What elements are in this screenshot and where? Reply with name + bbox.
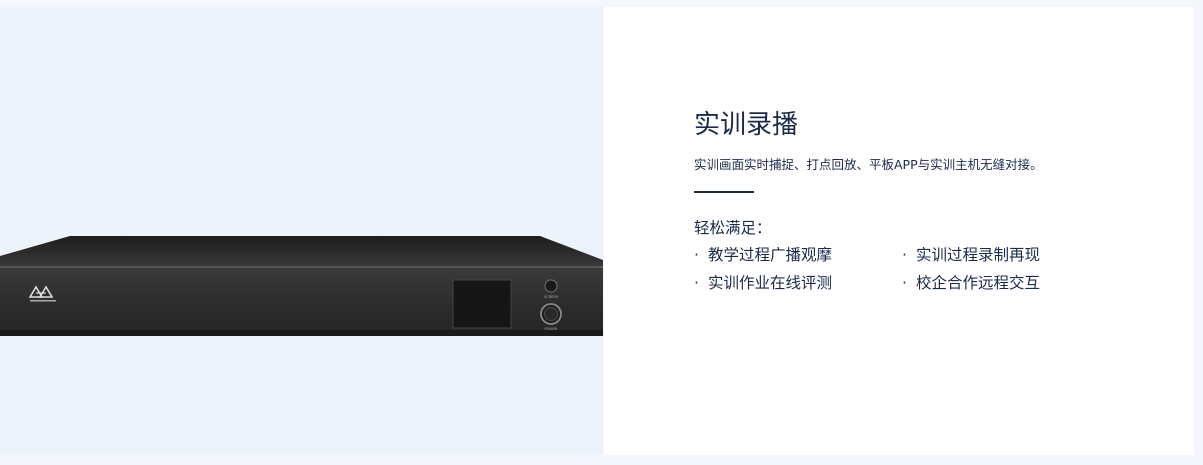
bullet-icon: ·: [902, 274, 907, 292]
screen-button-label: SCREEN: [544, 295, 559, 299]
feature-item: · 实训过程录制再现: [902, 243, 1102, 268]
title-divider: [694, 191, 754, 193]
feature-item: · 实训作业在线评测: [694, 271, 902, 296]
description-text: 实训画面实时捕捉、打点回放、平板APP与实训主机无缝对接。: [694, 157, 1043, 172]
features-heading: 轻松满足：: [694, 219, 772, 237]
product-image-panel: SCREEN POWER: [0, 7, 603, 455]
feature-label: 实训作业在线评测: [708, 274, 833, 292]
power-button-label: POWER: [545, 327, 559, 331]
feature-list: · 教学过程广播观摩 · 实训过程录制再现 · 实训作业在线评测 · 校企合作远程交互: [694, 243, 1134, 296]
bullet-icon: ·: [694, 246, 699, 264]
feature-label: 校企合作远程交互: [916, 274, 1041, 292]
page-frame: SCREEN POWER 实训录播 实训画面实时捕捉、打点回放、平板APP与实训…: [0, 0, 1203, 465]
device-screen: [452, 279, 512, 329]
feature-label: 实训过程录制再现: [916, 246, 1041, 264]
feature-label: 教学过程广播观摩: [708, 246, 833, 264]
recorder-device-image: SCREEN POWER: [0, 236, 603, 336]
bullet-icon: ·: [902, 246, 907, 264]
screen-button: [544, 279, 558, 293]
bullet-icon: ·: [694, 274, 699, 292]
feature-item: · 教学过程广播观摩: [694, 243, 902, 268]
feature-content: 实训录播 实训画面实时捕捉、打点回放、平板APP与实训主机无缝对接。 轻松满足：…: [694, 107, 1134, 296]
page-title: 实训录播: [694, 110, 799, 140]
feature-item: · 校企合作远程交互: [902, 271, 1102, 296]
description-panel: 实训录播 实训画面实时捕捉、打点回放、平板APP与实训主机无缝对接。 轻松满足：…: [604, 7, 1194, 455]
